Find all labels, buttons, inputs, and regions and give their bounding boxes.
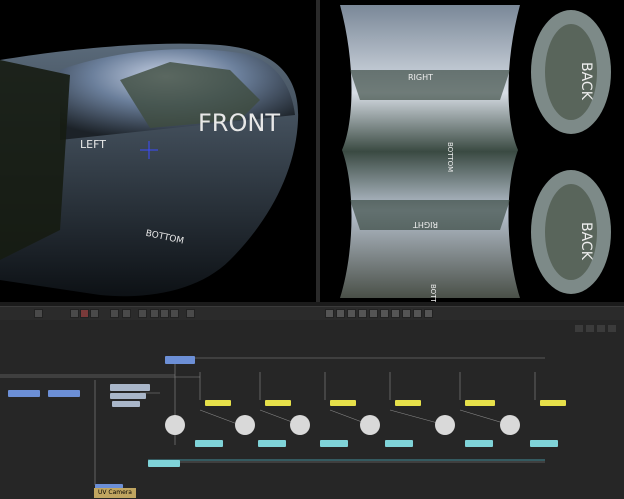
label-node-top[interactable] [395,400,421,406]
image-node-5[interactable] [465,440,493,447]
lock-icon[interactable] [138,309,147,318]
label-back-top: BACK [578,62,594,101]
grid-icon[interactable] [90,309,99,318]
uv-camera-tab[interactable]: UV Camera [94,488,136,498]
play-back-icon[interactable] [347,309,356,318]
image-node-6[interactable] [530,440,558,447]
label-bottom-edge: BOTTOM [429,284,437,302]
label-node-right[interactable] [540,400,566,406]
sphere-node-6[interactable] [500,415,520,435]
view-icon[interactable] [70,309,79,318]
settings-icon[interactable] [34,309,43,318]
roi-icon[interactable] [170,309,179,318]
image-node-2[interactable] [258,440,286,447]
node-input-b[interactable] [48,390,80,397]
label-node-left[interactable] [205,400,231,406]
sphere-node-3[interactable] [290,415,310,435]
step-back-icon[interactable] [336,309,345,318]
label-node-bottom-b[interactable] [465,400,495,406]
node-render[interactable] [110,384,150,391]
rgb-icon[interactable] [110,309,119,318]
image-loader-node[interactable] [148,460,180,467]
viewport-3d-left[interactable]: FRONT LEFT BOTTOM [0,0,316,302]
image-node-4[interactable] [385,440,413,447]
label-right-top: RIGHT [408,73,433,82]
mask-icon[interactable] [150,309,159,318]
node-camera[interactable] [112,401,140,407]
last-frame-icon[interactable] [391,309,400,318]
sphere-node-2[interactable] [235,415,255,435]
viewport-3d-right[interactable]: RIGHT BOTTOM RIGHT BOTTOM BACK BACK [320,0,624,302]
sphere-node-1[interactable] [165,415,185,435]
label-node-front-b[interactable] [265,400,291,406]
color-icon[interactable] [80,309,89,318]
stop-icon[interactable] [358,309,367,318]
label-back-bottom: BACK [578,222,594,261]
sphere-node-4[interactable] [360,415,380,435]
lut-icon[interactable] [186,309,195,318]
node-merge[interactable] [165,356,195,364]
bounce-icon[interactable] [413,309,422,318]
sphere-node-5[interactable] [435,415,455,435]
label-node-back-b[interactable] [330,400,356,406]
fisheye-render: FRONT LEFT BOTTOM [0,43,299,297]
node-input-a[interactable] [8,390,40,397]
label-left: LEFT [80,138,106,151]
viewer-toolbar [0,306,624,321]
play-icon[interactable] [369,309,378,318]
loop-icon[interactable] [402,309,411,318]
node-graph-canvas [0,325,616,491]
playback-settings-icon[interactable] [424,309,433,318]
label-front: FRONT [198,109,280,137]
step-forward-icon[interactable] [380,309,389,318]
node-connections [0,357,545,485]
image-node-3[interactable] [320,440,348,447]
alpha-icon[interactable] [122,309,131,318]
label-bottom-mid: BOTTOM [446,142,454,172]
node-graph[interactable] [0,320,624,499]
first-frame-icon[interactable] [325,309,334,318]
node-transform[interactable] [110,393,146,399]
label-right-low: RIGHT [413,220,438,229]
graph-nav-icons[interactable] [575,325,616,332]
region-icon[interactable] [160,309,169,318]
cubemap-render: RIGHT BOTTOM RIGHT BOTTOM BACK BACK [340,5,611,302]
image-node-1[interactable] [195,440,223,447]
